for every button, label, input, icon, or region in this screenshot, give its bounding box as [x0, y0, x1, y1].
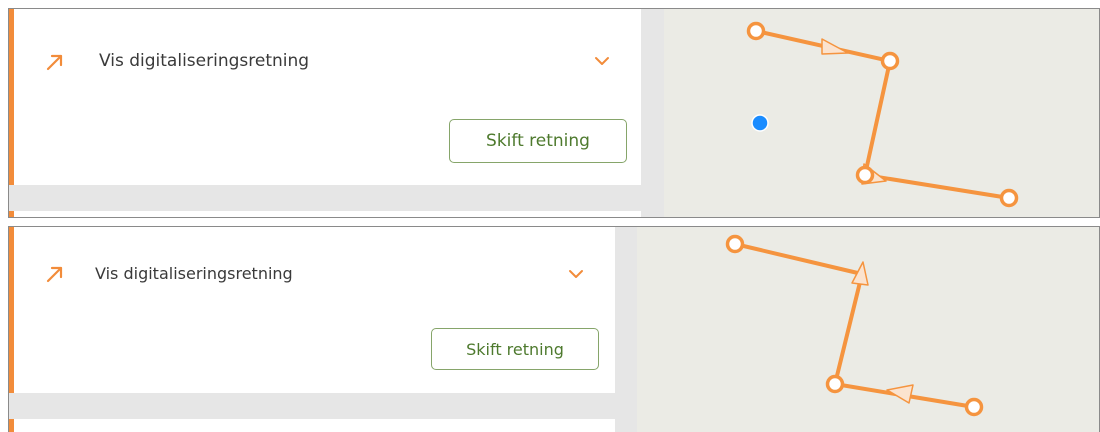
location-dot	[751, 114, 769, 132]
switch-direction-button[interactable]: Skift retning	[431, 328, 599, 370]
vertex-point	[880, 51, 900, 71]
map-canvas[interactable]	[637, 227, 1100, 432]
map-view[interactable]	[664, 9, 1099, 217]
panel-frame-after: Vis digitaliseringsretning Skift retning	[8, 226, 1100, 432]
vertex-point	[746, 21, 766, 41]
next-card	[9, 419, 615, 432]
arrow-up-right-icon	[46, 266, 63, 283]
vertex-point	[999, 188, 1019, 208]
vertex-point	[725, 234, 745, 254]
chevron-down-icon[interactable]	[568, 269, 584, 279]
vertex-point	[964, 397, 984, 417]
vertex-point	[825, 374, 845, 394]
direction-card: Vis digitaliseringsretning Skift retning	[9, 9, 641, 185]
direction-arrow-icon	[821, 38, 849, 55]
panel-frame-before: Vis digitaliseringsretning Skift retning	[8, 8, 1100, 218]
switch-direction-button[interactable]: Skift retning	[449, 119, 627, 163]
vertex-point	[855, 165, 875, 185]
map-view[interactable]	[637, 227, 1099, 432]
card-title: Vis digitaliseringsretning	[95, 264, 293, 283]
side-panel: Vis digitaliseringsretning Skift retning	[9, 9, 664, 217]
direction-card: Vis digitaliseringsretning Skift retning	[9, 227, 615, 393]
chevron-down-icon[interactable]	[594, 56, 610, 66]
map-canvas[interactable]	[664, 9, 1100, 218]
card-title: Vis digitaliseringsretning	[99, 51, 310, 71]
arrow-up-right-icon	[46, 54, 63, 71]
line-feature	[733, 242, 976, 409]
side-panel: Vis digitaliseringsretning Skift retning	[9, 227, 637, 432]
next-card	[9, 211, 641, 217]
